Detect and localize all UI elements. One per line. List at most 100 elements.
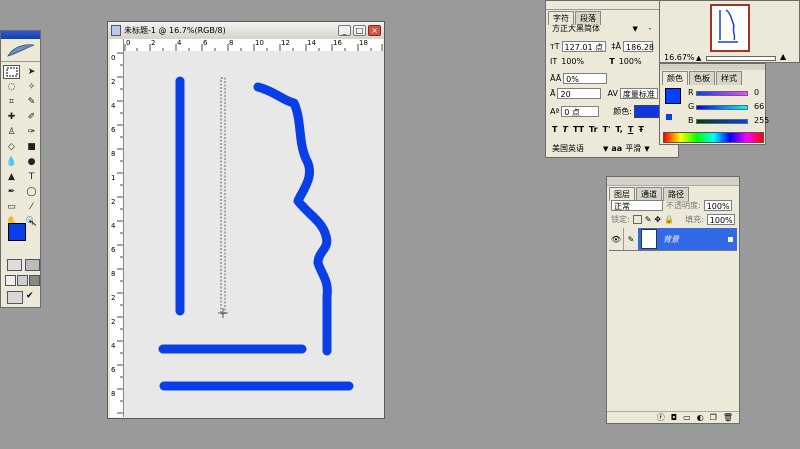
quick-mask-icon[interactable] — [25, 259, 40, 271]
channel-r-slider[interactable] — [696, 91, 748, 96]
tab-styles[interactable]: 样式 — [716, 71, 742, 85]
move-tool-icon[interactable]: ➤ — [23, 65, 40, 79]
vertical-ruler[interactable]: 0 2 4 6 8 1 2 4 6 8 2 2 4 6 8 — [110, 51, 124, 417]
path-selection-icon[interactable]: ▲ — [3, 170, 20, 184]
lock-pixels-icon[interactable]: ✎ — [645, 215, 652, 224]
navigator-zoom-slider[interactable] — [706, 56, 776, 61]
kerning-mode-select[interactable]: 度量标准 — [619, 88, 658, 99]
anti-alias-icon: aa — [611, 144, 623, 153]
new-layer-icon[interactable]: ❐ — [710, 413, 717, 422]
clone-stamp-icon[interactable]: ♙ — [3, 125, 20, 139]
small-caps-button[interactable]: Tr — [589, 125, 598, 134]
shape-tool-icon[interactable]: ◯ — [23, 185, 40, 199]
dodge-tool-icon[interactable]: ● — [23, 155, 40, 169]
blur-tool-icon[interactable]: 💧 — [3, 155, 20, 169]
all-caps-button[interactable]: TT — [573, 125, 584, 134]
eraser-tool-icon[interactable]: ◇ — [3, 140, 20, 154]
eyedropper-icon[interactable]: ⁄ — [23, 200, 40, 214]
minimize-button[interactable]: _ — [338, 25, 351, 36]
channel-g-field[interactable]: 66 — [752, 101, 765, 112]
notes-tool-icon[interactable]: ▭ — [3, 200, 20, 214]
brush-tool-icon[interactable]: ✐ — [23, 110, 40, 124]
close-button[interactable]: × — [368, 25, 381, 36]
tracking-field[interactable]: 0% — [563, 73, 608, 84]
channel-b-slider[interactable] — [696, 119, 748, 124]
lock-all-icon[interactable]: 🔒 — [664, 215, 674, 224]
tab-color[interactable]: 颜色 — [662, 71, 688, 85]
zoom-out-icon[interactable]: ▲ — [696, 54, 701, 62]
layer-visibility-eye-icon[interactable]: 👁 — [609, 228, 623, 250]
layer-name[interactable]: 背景 — [663, 234, 679, 245]
layer-brush-icon[interactable]: ✎ — [623, 228, 638, 250]
screen-mode-menu-icon[interactable] — [17, 275, 28, 286]
color-foreground-swatch[interactable] — [665, 88, 681, 104]
opacity-field[interactable]: 100% — [703, 200, 732, 211]
font-size-field[interactable]: 127.01 点 — [561, 41, 606, 52]
tab-swatches[interactable]: 色板 — [689, 71, 715, 85]
healing-brush-icon[interactable]: ✚ — [3, 110, 20, 124]
delete-layer-icon[interactable]: 🗑 — [723, 413, 733, 422]
pen-tool-icon[interactable]: ✒ — [3, 185, 20, 199]
crop-tool-icon[interactable]: ⌗ — [3, 95, 20, 109]
baseline-shift-field[interactable]: 0 点 — [561, 106, 600, 117]
marquee-tool-icon[interactable] — [3, 65, 20, 79]
tab-channels[interactable]: 通道 — [636, 187, 662, 201]
language-dropdown-icon[interactable]: ▼ — [603, 145, 608, 153]
navigator-zoom-field[interactable]: 16.67% — [664, 52, 695, 63]
adjustment-layer-icon[interactable]: ◐ — [697, 413, 704, 422]
faux-italic-button[interactable]: T — [562, 125, 567, 134]
lock-label: 锁定: — [611, 215, 630, 224]
edit-in-imageready-icon[interactable]: ✔ — [26, 291, 36, 302]
standard-mode-icon[interactable] — [7, 259, 22, 271]
underline-button[interactable]: T — [628, 125, 633, 134]
photoshop-feather-icon[interactable] — [1, 39, 40, 62]
jump-to-imageready-icon[interactable] — [7, 291, 23, 304]
swap-colors-icon[interactable]: ↰ — [28, 219, 34, 227]
blend-mode-select[interactable]: 正常 — [611, 200, 663, 211]
layer-mask-icon[interactable]: ◘ — [671, 413, 677, 422]
tool-palette-titlebar[interactable] — [1, 31, 40, 39]
font-style-select[interactable]: - — [648, 24, 651, 33]
lock-transparency-icon[interactable] — [632, 215, 642, 224]
layer-row[interactable]: 👁 ✎ 背景 — [609, 228, 737, 251]
new-group-icon[interactable]: ▭ — [683, 413, 691, 422]
font-family-select[interactable]: 方正大黑简体 — [550, 23, 630, 34]
text-color-swatch[interactable] — [633, 105, 662, 118]
foreground-color-swatch[interactable] — [8, 223, 26, 241]
subscript-button[interactable]: T, — [615, 125, 622, 134]
document-titlebar[interactable]: 未标题-1 @ 16.7%(RGB/8) _ □ × — [108, 22, 384, 39]
screen-mode-standard-icon[interactable] — [5, 275, 16, 286]
kerning-field[interactable]: 20 — [557, 88, 602, 99]
tab-paths[interactable]: 路径 — [663, 187, 689, 201]
anti-alias-select[interactable]: 平滑 — [625, 143, 641, 154]
magic-wand-icon[interactable]: ✧ — [23, 80, 40, 94]
screen-mode-full-icon[interactable] — [29, 275, 40, 286]
vertical-scale-field[interactable]: 100% — [559, 56, 603, 67]
gradient-tool-icon[interactable]: ■ — [23, 140, 40, 154]
font-family-dropdown-icon[interactable]: ▼ — [633, 25, 638, 33]
lasso-tool-icon[interactable]: ◌ — [3, 80, 20, 94]
channel-b-field[interactable]: 255 — [752, 115, 769, 126]
tab-layers[interactable]: 图层 — [609, 187, 635, 201]
lock-position-icon[interactable]: ✥ — [654, 215, 661, 224]
leading-field[interactable]: 186.28 — [623, 41, 654, 52]
zoom-in-icon[interactable]: ▲ — [780, 52, 786, 61]
channel-r-field[interactable]: 0 — [752, 87, 765, 98]
strikethrough-button[interactable]: Ŧ — [638, 125, 643, 134]
history-brush-icon[interactable]: ✑ — [23, 125, 40, 139]
navigator-thumbnail[interactable] — [710, 4, 750, 52]
faux-bold-button[interactable]: T — [552, 125, 557, 134]
maximize-button[interactable]: □ — [353, 25, 366, 36]
fill-field[interactable]: 100% — [706, 214, 735, 225]
color-spectrum-bar[interactable] — [663, 132, 764, 143]
type-tool-icon[interactable]: T — [23, 170, 40, 184]
slice-tool-icon[interactable]: ✎ — [23, 95, 40, 109]
document-canvas[interactable] — [124, 51, 383, 417]
superscript-button[interactable]: T' — [603, 125, 611, 134]
horizontal-scale-field[interactable]: 100% — [617, 56, 647, 67]
channel-g-slider[interactable] — [696, 105, 748, 110]
web-color-warning-icon[interactable] — [666, 114, 672, 120]
anti-alias-dropdown-icon[interactable]: ▼ — [644, 145, 649, 153]
layer-style-icon[interactable]: ⓕ — [657, 412, 665, 423]
language-select[interactable]: 美国英语 — [552, 143, 584, 154]
